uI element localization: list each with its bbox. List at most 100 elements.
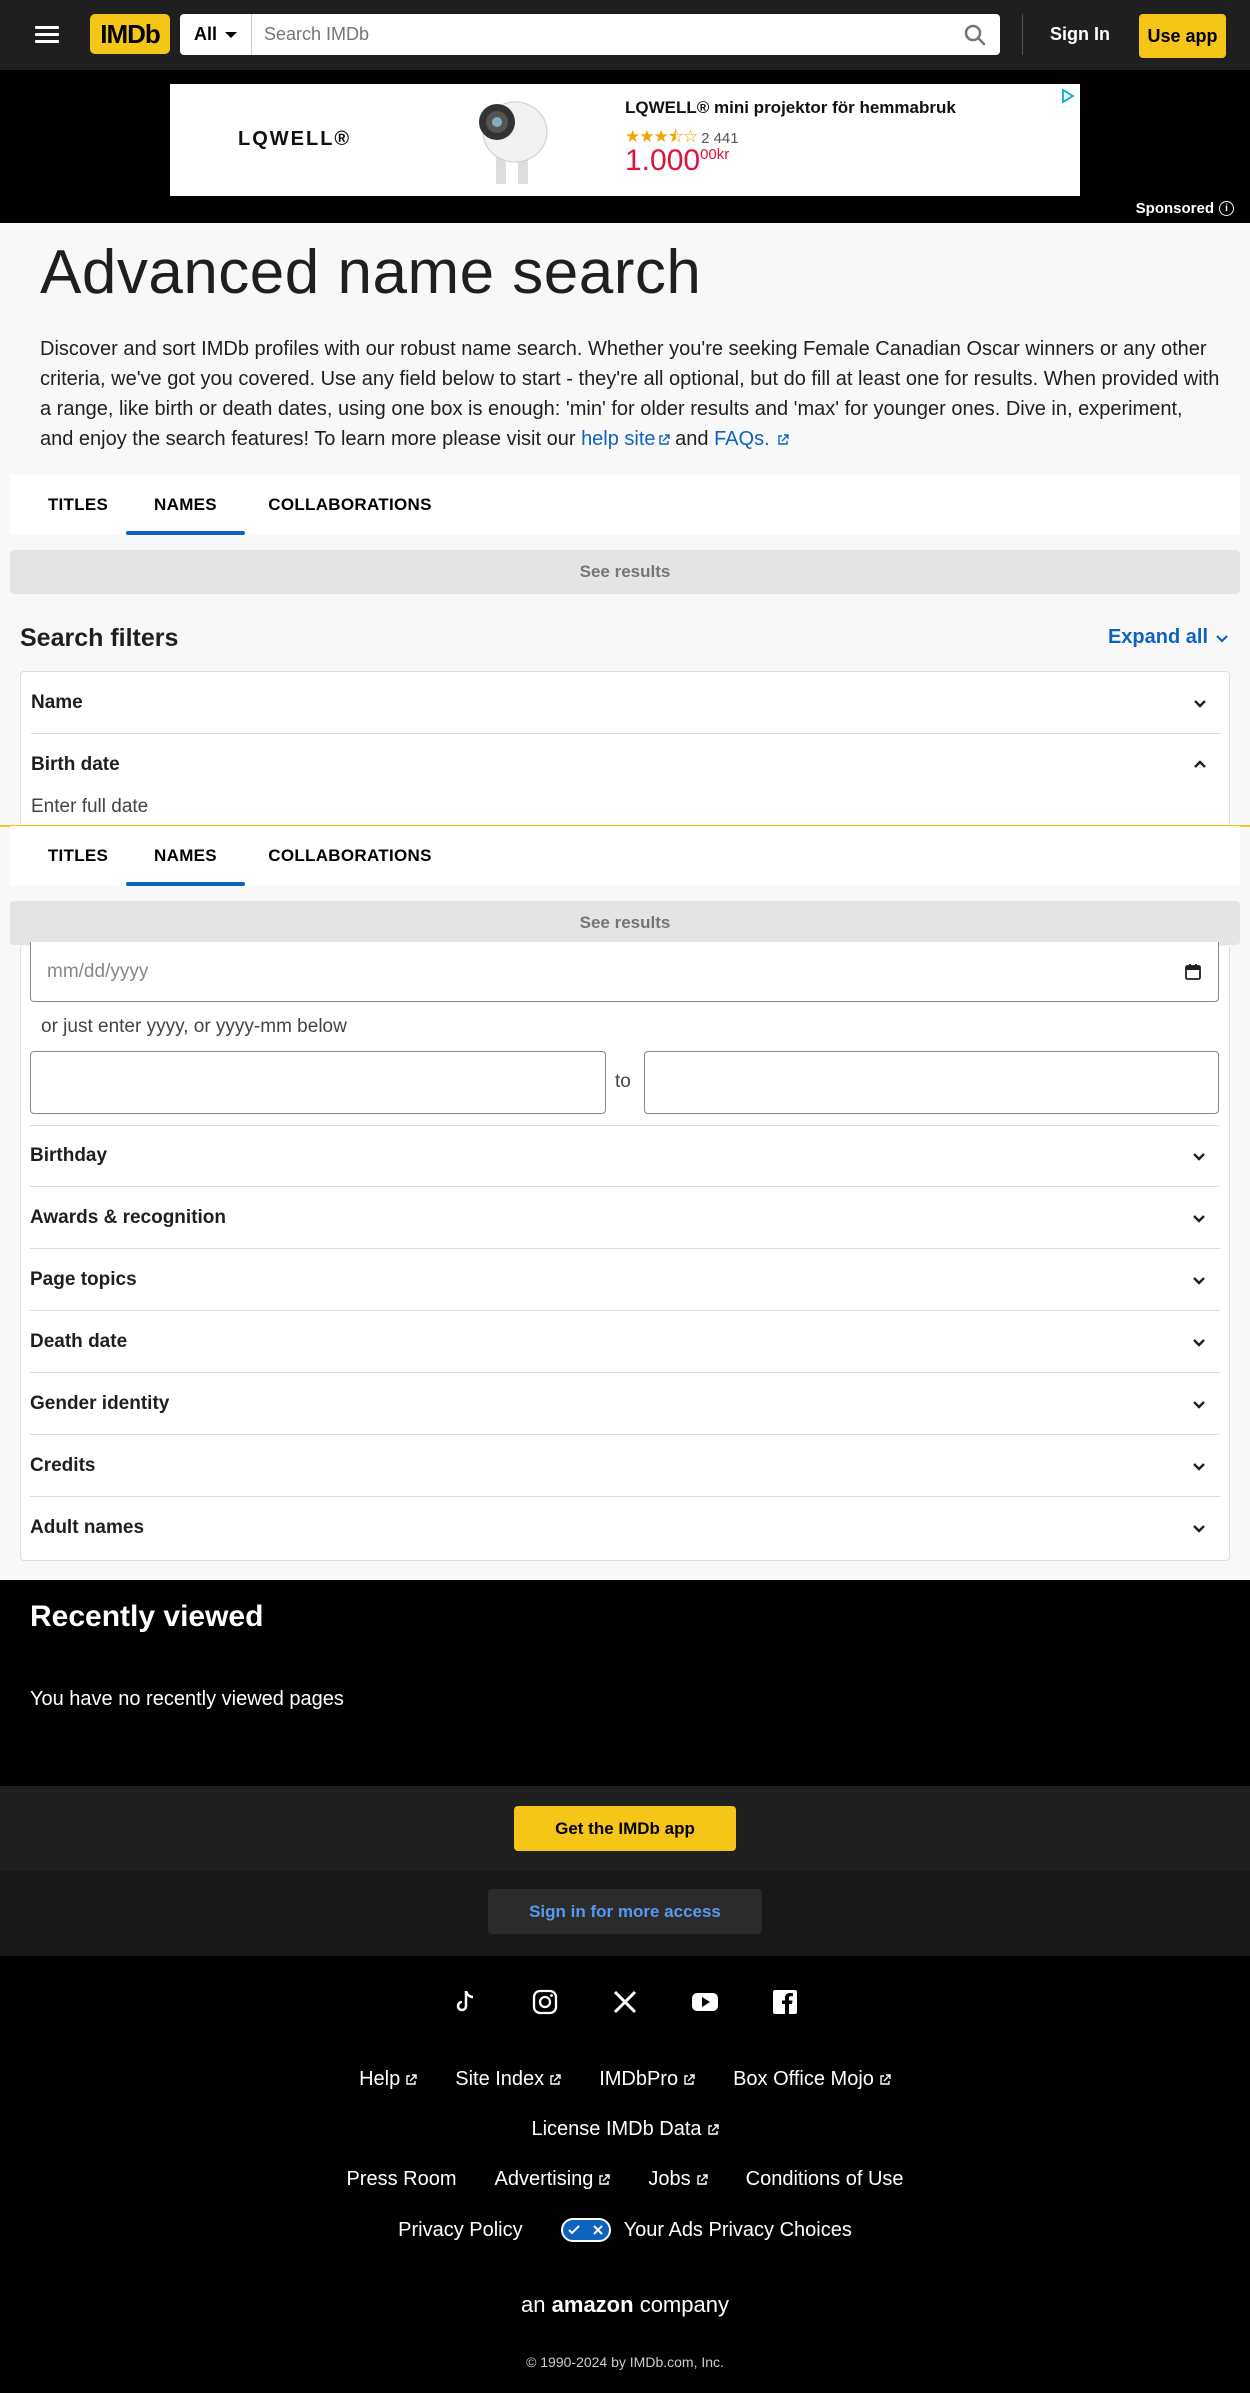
footer-link-box-office-mojo[interactable]: Box Office Mojo [733, 2068, 891, 2091]
recently-viewed-empty: You have no recently viewed pages [30, 1688, 344, 1710]
chevron-down-icon [1216, 634, 1228, 643]
filter-gender-identity[interactable]: Gender identity [30, 1373, 1220, 1435]
tab-names[interactable]: NAMES [126, 826, 245, 886]
tiktok-icon[interactable] [449, 1986, 481, 2018]
footer-link-license[interactable]: License IMDb Data [531, 2118, 719, 2141]
external-link-icon [658, 434, 670, 445]
amazon-word: amazon [551, 2292, 634, 2317]
filter-death-date[interactable]: Death date [30, 1311, 1220, 1373]
menu-icon[interactable] [32, 22, 62, 48]
see-results-button[interactable]: See results [10, 550, 1240, 594]
instagram-icon[interactable] [529, 1986, 561, 2018]
use-app-button[interactable]: Use app [1139, 14, 1226, 58]
ad-content[interactable]: LQWELL® LQWELL® mini projektor för hemma… [170, 84, 1080, 196]
search-filters-title: Search filters [20, 624, 179, 652]
footer-link-text: Advertising [494, 2168, 594, 2190]
footer-link-imdbpro[interactable]: IMDbPro [599, 2068, 695, 2091]
filter-adult-names[interactable]: Adult names [30, 1497, 1220, 1559]
signin-band: Sign in for more access [0, 1871, 1250, 1956]
ad-title: LQWELL® mini projektor för hemmabruk [625, 98, 956, 117]
expand-all-label: Expand all [1107, 626, 1208, 648]
help-link-text: help site [581, 428, 656, 450]
x-twitter-icon[interactable] [609, 1986, 641, 2018]
search-category-dropdown[interactable]: All [180, 14, 252, 55]
footer-link-jobs[interactable]: Jobs [648, 2168, 708, 2191]
birth-date-max-input[interactable] [644, 1051, 1219, 1114]
search-bar: All [180, 14, 1000, 55]
get-app-button[interactable]: Get the IMDb app [514, 1806, 736, 1851]
filter-label: Credits [30, 1454, 96, 1476]
tab-collaborations[interactable]: COLLABORATIONS [260, 826, 440, 886]
footer-link-press-room[interactable]: Press Room [346, 2168, 456, 2191]
chevron-down-icon [1193, 1338, 1205, 1347]
external-link-icon [406, 2073, 417, 2085]
ad-brand: LQWELL® [238, 128, 352, 150]
filter-birthday[interactable]: Birthday [30, 1125, 1220, 1187]
see-results-button-sticky[interactable]: See results [10, 901, 1240, 945]
faq-link-text: FAQs. [714, 428, 770, 450]
footer-link-conditions[interactable]: Conditions of Use [746, 2168, 904, 2191]
footer-link-text: Your Ads Privacy Choices [623, 2218, 852, 2241]
footer-link-text: License IMDb Data [531, 2118, 702, 2140]
filter-label: Adult names [30, 1517, 145, 1538]
chevron-down-icon [1193, 1214, 1205, 1223]
search-icon[interactable] [950, 14, 1000, 55]
filter-birth-date-label: Birth date [31, 754, 120, 775]
intro-and: and [675, 428, 709, 450]
filter-label: Gender identity [30, 1392, 170, 1414]
footer-link-advertising[interactable]: Advertising [494, 2168, 611, 2191]
filter-label: Awards & recognition [30, 1206, 227, 1228]
filter-label: Death date [30, 1330, 128, 1352]
footer-link-site-index[interactable]: Site Index [455, 2068, 561, 2091]
amazon-an: an [521, 2292, 546, 2317]
sign-in-more-button[interactable]: Sign in for more access [488, 1889, 762, 1934]
expand-all-button[interactable]: Expand all [1108, 626, 1230, 649]
imdb-logo[interactable]: IMDb [90, 14, 170, 54]
caret-down-icon [225, 31, 237, 38]
search-tabs: TITLES NAMES COLLABORATIONS [10, 475, 1240, 535]
full-date-input[interactable]: mm/dd/yyyy [30, 942, 1219, 1002]
adchoices-icon[interactable] [1060, 88, 1076, 104]
search-input[interactable] [252, 14, 950, 55]
projector-image [479, 101, 548, 184]
tab-collaborations[interactable]: COLLABORATIONS [260, 475, 440, 535]
calendar-icon[interactable] [1184, 963, 1202, 981]
date-placeholder: mm/dd/yyyy [47, 960, 149, 982]
external-link-icon [599, 2173, 611, 2185]
footer-link-privacy-policy[interactable]: Privacy Policy [398, 2218, 522, 2242]
intro-text: Discover and sort IMDb profiles with our… [40, 334, 1220, 454]
info-icon: i [1219, 201, 1234, 216]
filter-page-topics[interactable]: Page topics [30, 1249, 1220, 1311]
footer-link-help[interactable]: Help [359, 2068, 417, 2091]
help-site-link[interactable]: help site [581, 428, 670, 450]
footer: Help Site Index IMDbPro Box Office Mojo … [0, 1956, 1250, 2393]
facebook-icon[interactable] [769, 1986, 801, 2018]
filter-awards[interactable]: Awards & recognition [30, 1187, 1220, 1249]
footer-link-text: Box Office Mojo [733, 2068, 874, 2090]
recently-viewed-section: Recently viewed You have no recently vie… [0, 1580, 1250, 1786]
external-link-icon [778, 434, 789, 445]
ad-price: 1.00000kr [625, 144, 729, 178]
top-navbar: IMDb All Sign In Use app [0, 0, 1250, 70]
footer-link-ads-privacy[interactable]: Your Ads Privacy Choices [560, 2218, 852, 2242]
tab-titles[interactable]: TITLES [30, 826, 126, 886]
chevron-down-icon [1193, 1525, 1205, 1533]
sign-in-link[interactable]: Sign In [1036, 14, 1124, 55]
filter-name-label: Name [31, 691, 83, 713]
filter-credits[interactable]: Credits [30, 1435, 1220, 1497]
ad-price-sup: 00kr [700, 146, 730, 163]
youtube-icon[interactable] [689, 1986, 721, 2018]
filter-name[interactable]: Name [31, 672, 1221, 734]
tab-titles[interactable]: TITLES [30, 475, 126, 535]
copyright: © 1990-2024 by IMDb.com, Inc. [526, 2354, 724, 2370]
filter-birth-date[interactable]: Birth date [31, 734, 1221, 796]
sponsored-label[interactable]: Sponsored i [1136, 200, 1234, 217]
recently-viewed-title: Recently viewed [30, 1600, 264, 1633]
app-band: Get the IMDb app [0, 1786, 1250, 1871]
external-link-icon [550, 2073, 561, 2085]
tab-names[interactable]: NAMES [126, 475, 245, 535]
faq-link[interactable]: FAQs. [714, 428, 789, 450]
privacy-toggle-icon [560, 2218, 611, 2242]
birth-date-min-input[interactable] [30, 1051, 606, 1114]
chevron-down-icon [1193, 1276, 1205, 1285]
